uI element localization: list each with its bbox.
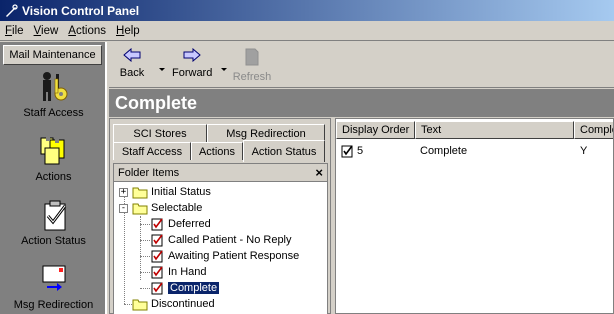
menu-help[interactable]: Help: [111, 25, 145, 37]
column-header-complete[interactable]: Complete: [574, 121, 613, 139]
back-arrow-icon: [123, 47, 141, 63]
cell-text: Complete: [420, 145, 468, 157]
tree-item-selectable[interactable]: Selectable: [132, 200, 202, 216]
status-list: Display Order Text Complete 5 Complete Y: [335, 118, 614, 314]
tree-item-called-patient[interactable]: Called Patient - No Reply: [150, 232, 292, 248]
refresh-button[interactable]: Refresh: [230, 48, 274, 83]
folder-items-panel: Folder Items × + Initial Status - Select…: [113, 163, 328, 314]
tree-item-label: Awaiting Patient Response: [168, 250, 300, 262]
folder-items-title: Folder Items: [118, 166, 180, 179]
tab-action-status[interactable]: Action Status: [243, 140, 325, 162]
toolbar: Back Forward Refresh: [109, 42, 614, 88]
outlook-bar: Mail Maintenance Staff Access Actions Ac…: [0, 42, 107, 314]
notes-icon: [40, 136, 64, 165]
clipboard-check-icon: [44, 200, 66, 231]
tab-actions[interactable]: Actions: [191, 142, 243, 160]
outlook-item-label: Actions: [35, 171, 72, 183]
outlook-item-label: Action Status: [21, 235, 86, 247]
clipboard-check-icon: [341, 145, 353, 158]
menu-view[interactable]: View: [29, 25, 64, 37]
title-bar: Vision Control Panel: [0, 0, 614, 21]
tab-sci-stores[interactable]: SCI Stores: [113, 124, 207, 142]
folder-icon: [132, 187, 148, 198]
clipboard-check-icon: [151, 282, 163, 295]
open-folder-icon: [132, 203, 148, 214]
folder-icon: [132, 299, 148, 310]
tree-connector: [140, 256, 150, 257]
tree-connector: [140, 272, 150, 273]
outlook-item-action-status[interactable]: Action Status: [0, 198, 107, 247]
tree-item-label: Called Patient - No Reply: [168, 234, 292, 246]
staff-key-icon: [42, 72, 67, 101]
tree-item-deferred[interactable]: Deferred: [150, 216, 211, 232]
folder-items-header: Folder Items ×: [114, 164, 327, 182]
column-header-text[interactable]: Text: [415, 121, 574, 139]
menu-bar: File View Actions Help: [0, 21, 614, 41]
mail-redirect-icon: [42, 265, 65, 291]
tree-item-discontinued[interactable]: Discontinued: [132, 296, 215, 312]
tree-item-label: Deferred: [168, 218, 211, 230]
clipboard-check-icon: [151, 218, 163, 231]
tree-item-label: Selectable: [151, 202, 203, 214]
back-dropdown-icon[interactable]: [159, 68, 165, 71]
table-row[interactable]: 5: [340, 143, 363, 159]
cell-complete: Y: [580, 145, 588, 157]
refresh-label: Refresh: [232, 71, 272, 83]
clipboard-check-icon: [151, 250, 163, 263]
back-button[interactable]: Back: [119, 47, 145, 79]
forward-button[interactable]: Forward: [172, 47, 213, 79]
tree-connector: [124, 304, 132, 305]
tab-staff-access[interactable]: Staff Access: [113, 142, 191, 160]
tree-item-initial-status[interactable]: Initial Status: [132, 184, 211, 200]
clipboard-check-icon: [151, 234, 163, 247]
refresh-page-icon: [245, 48, 259, 66]
tree-item-awaiting-response[interactable]: Awaiting Patient Response: [150, 248, 299, 264]
page-title: Complete: [109, 89, 614, 117]
outlook-item-actions[interactable]: Actions: [0, 134, 107, 183]
tree-item-label: Discontinued: [151, 298, 215, 310]
tree-item-label: Initial Status: [151, 186, 211, 198]
tree-item-in-hand[interactable]: In Hand: [150, 264, 207, 280]
expand-icon[interactable]: +: [119, 188, 128, 197]
tree-connector: [140, 288, 150, 289]
menu-file[interactable]: File: [0, 25, 29, 37]
left-pane: SCI Stores Msg Redirection Staff Access …: [109, 118, 331, 314]
back-label: Back: [119, 67, 145, 79]
clipboard-check-icon: [151, 266, 163, 279]
outlook-item-label: Msg Redirection: [13, 299, 94, 311]
column-header-display-order[interactable]: Display Order: [336, 121, 415, 139]
forward-dropdown-icon[interactable]: [221, 68, 227, 71]
tree-item-label: In Hand: [168, 266, 207, 278]
tree-item-complete[interactable]: Complete: [150, 280, 221, 296]
outlook-item-msg-redirection[interactable]: Msg Redirection: [0, 262, 107, 311]
close-icon[interactable]: ×: [315, 165, 323, 180]
outlook-item-staff-access[interactable]: Staff Access: [0, 70, 107, 119]
tree-connector: [140, 216, 141, 280]
collapse-icon[interactable]: -: [119, 204, 128, 213]
window-title: Vision Control Panel: [22, 3, 140, 18]
outlook-group-header[interactable]: Mail Maintenance: [3, 45, 102, 65]
tree-item-label: Complete: [166, 281, 221, 295]
outlook-item-label: Staff Access: [23, 107, 84, 119]
menu-actions[interactable]: Actions: [63, 25, 111, 37]
forward-arrow-icon: [183, 47, 201, 63]
tree-connector: [140, 240, 150, 241]
forward-label: Forward: [172, 67, 213, 79]
tree-connector: [140, 224, 150, 225]
cell-display-order: 5: [357, 145, 364, 157]
app-icon: [6, 3, 18, 17]
